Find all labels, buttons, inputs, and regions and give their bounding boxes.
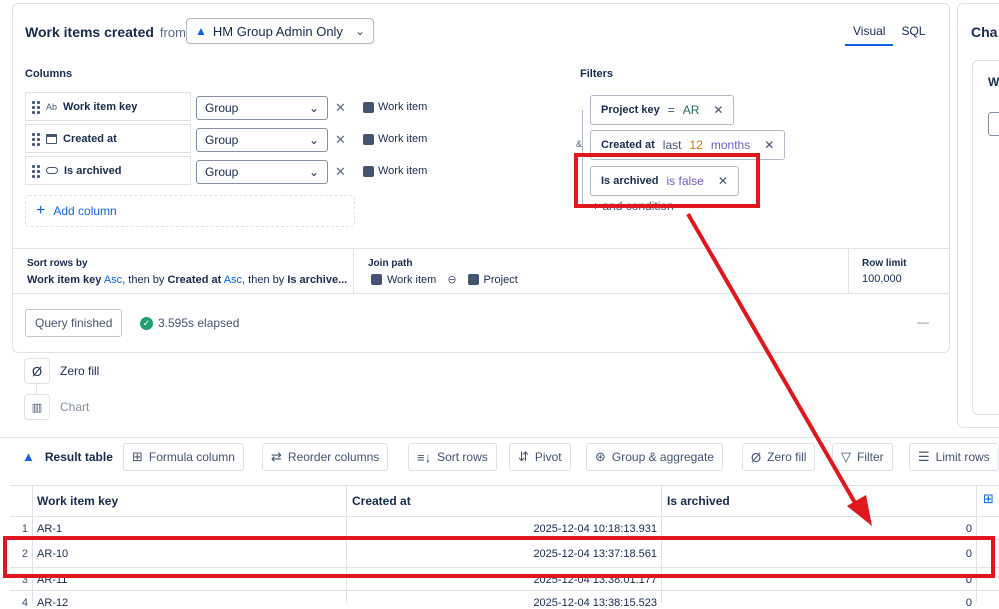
annotation-arrow <box>686 212 872 526</box>
annotation-arrow-line <box>686 212 860 510</box>
annotation-arrow-head <box>847 495 872 526</box>
